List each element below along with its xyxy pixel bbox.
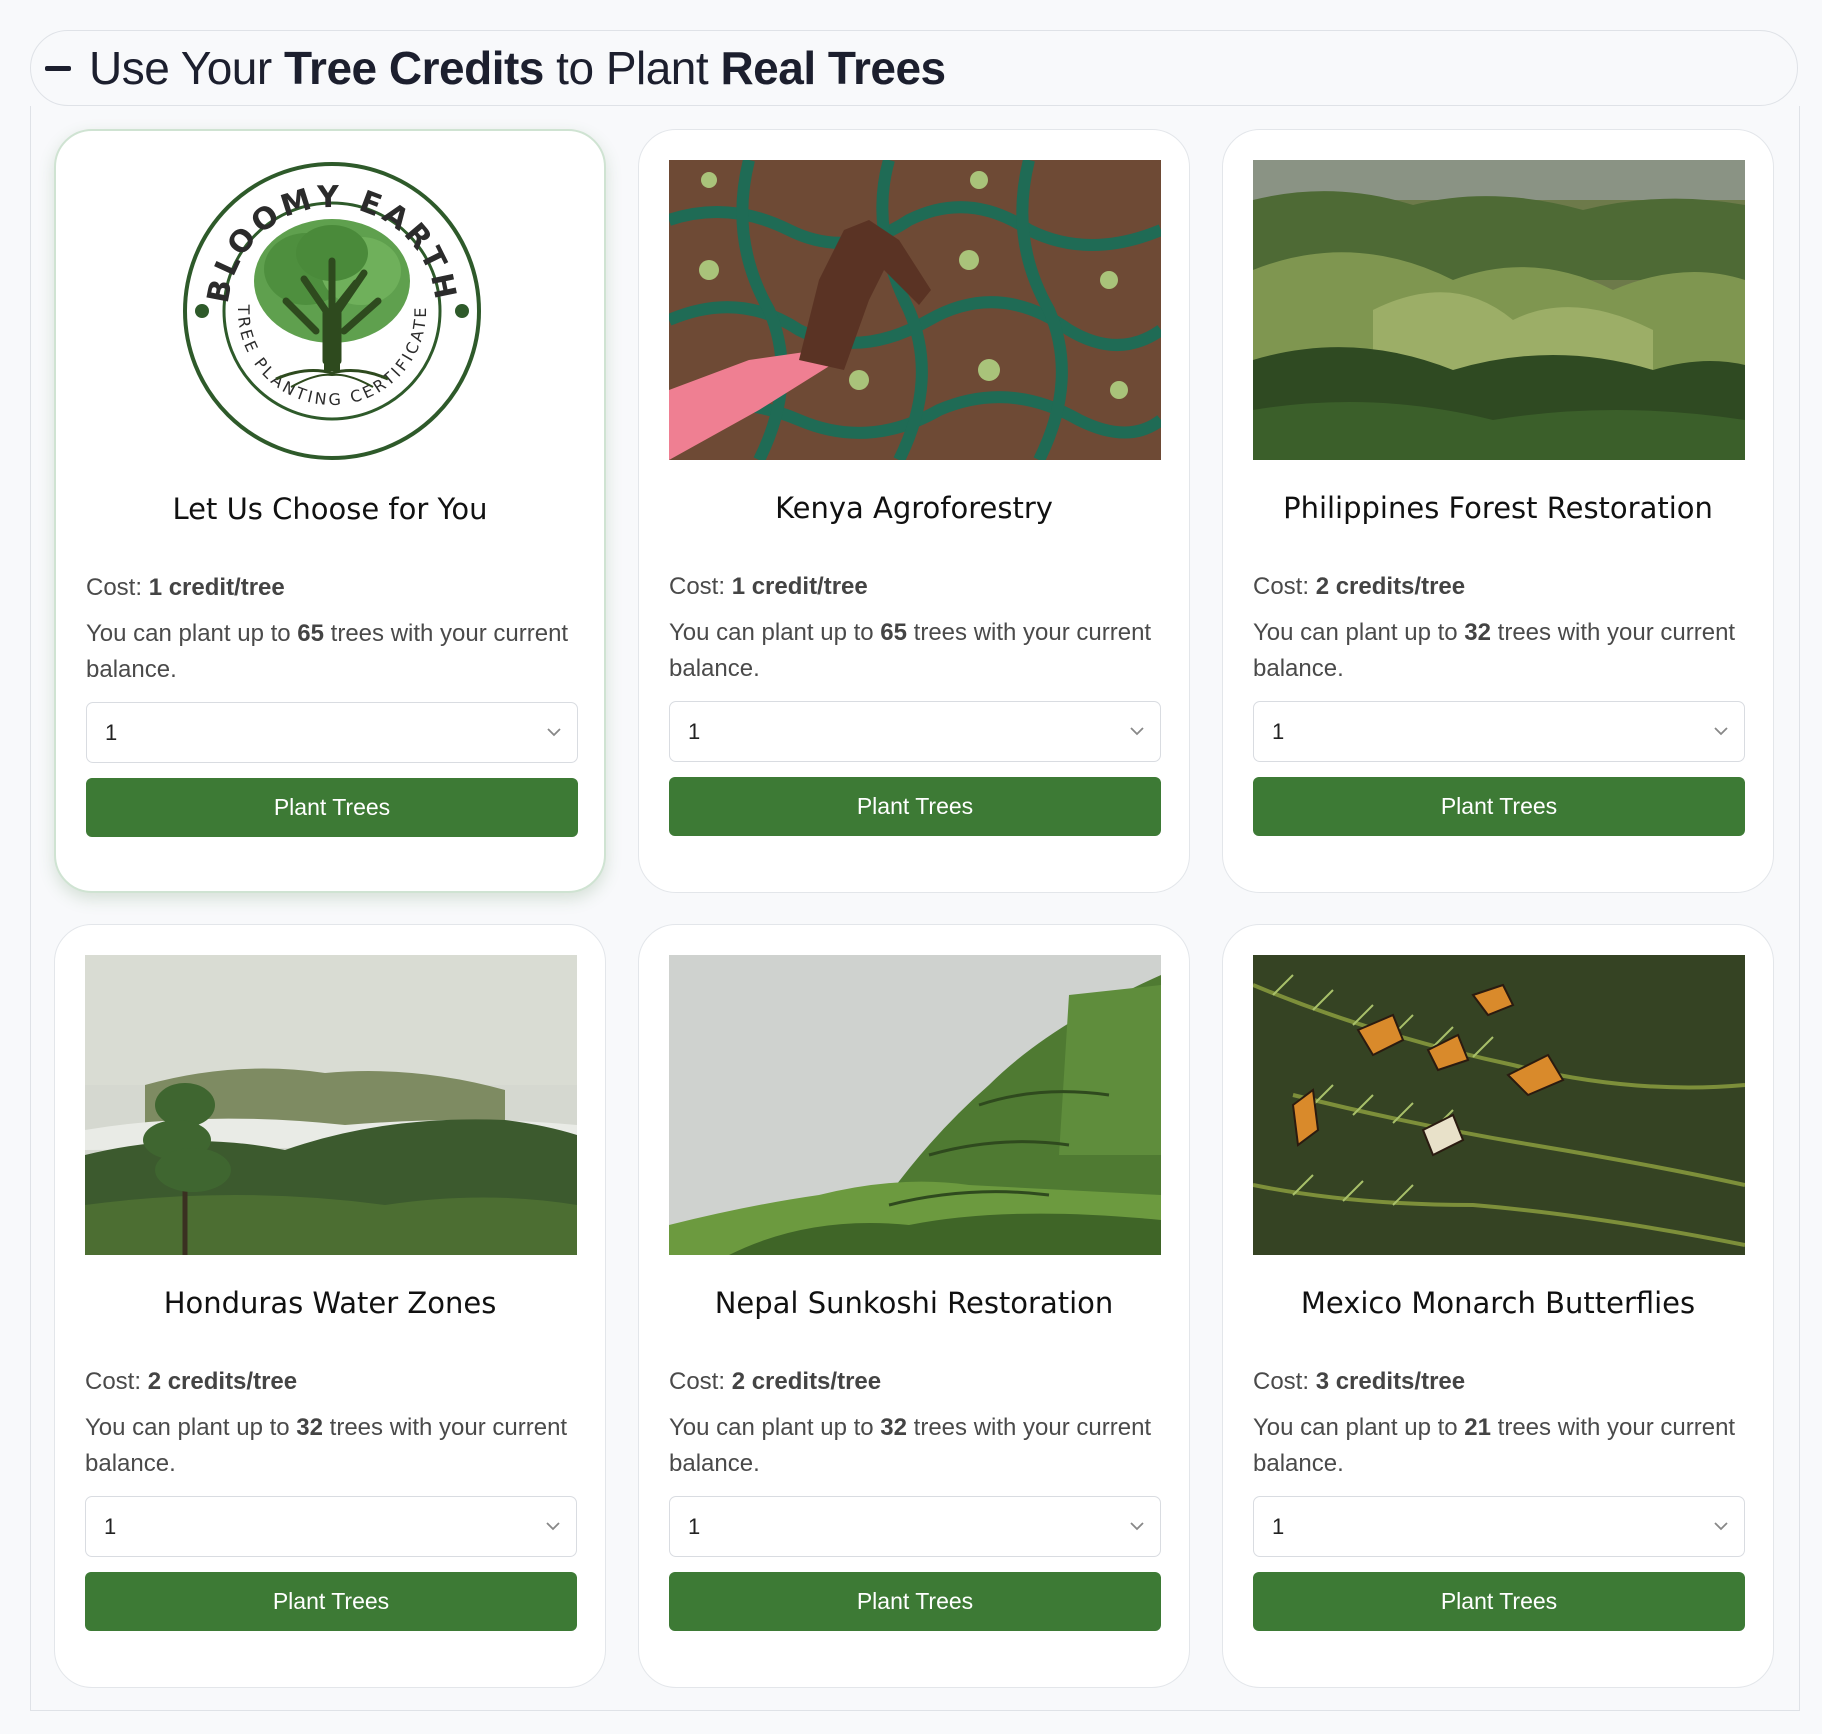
tree-quantity-select[interactable]: 1 bbox=[669, 701, 1161, 762]
project-card-nepal[interactable]: Nepal Sunkoshi Restoration Cost: 2 credi… bbox=[638, 924, 1190, 1688]
section-title: Use Your Tree Credits to Plant Real Tree… bbox=[89, 42, 946, 94]
capacity-text: You can plant up to 65 trees with your c… bbox=[669, 619, 1152, 682]
select-value: 1 bbox=[1272, 718, 1285, 744]
chevron-down-icon bbox=[1130, 1522, 1144, 1531]
philippines-forest-image bbox=[1253, 160, 1745, 460]
bloomy-earth-logo: BLOOMY EARTH TREE PLANTING CERTIFICATE bbox=[86, 161, 578, 461]
plant-trees-button[interactable]: Plant Trees bbox=[1253, 1572, 1745, 1631]
cost-text: Cost: 2 credits/tree bbox=[85, 1368, 298, 1395]
chevron-down-icon bbox=[1130, 727, 1144, 736]
plant-trees-button[interactable]: Plant Trees bbox=[669, 777, 1161, 836]
kenya-seedlings-image bbox=[669, 160, 1161, 460]
tree-quantity-select[interactable]: 1 bbox=[1253, 1496, 1745, 1557]
tree-quantity-select[interactable]: 1 bbox=[669, 1496, 1161, 1557]
capacity-text: You can plant up to 32 trees with your c… bbox=[1253, 619, 1736, 682]
project-grid: BLOOMY EARTH TREE PLANTING CERTIFICATE L… bbox=[54, 129, 1774, 1688]
cost-text: Cost: 1 credit/tree bbox=[86, 574, 285, 601]
select-value: 1 bbox=[688, 718, 701, 744]
project-name: Honduras Water Zones bbox=[163, 1286, 497, 1320]
cost-text: Cost: 1 credit/tree bbox=[669, 573, 868, 600]
project-card-mexico[interactable]: Mexico Monarch Butterflies Cost: 3 credi… bbox=[1222, 924, 1774, 1688]
capacity-text: You can plant up to 32 trees with your c… bbox=[669, 1414, 1152, 1477]
project-name: Nepal Sunkoshi Restoration bbox=[714, 1286, 1114, 1320]
select-value: 1 bbox=[104, 1513, 117, 1539]
project-name: Philippines Forest Restoration bbox=[1283, 491, 1713, 525]
chevron-down-icon bbox=[546, 1522, 560, 1531]
chevron-down-icon bbox=[1714, 1522, 1728, 1531]
capacity-text: You can plant up to 21 trees with your c… bbox=[1253, 1414, 1736, 1477]
select-value: 1 bbox=[1272, 1513, 1285, 1539]
project-card-let-us-choose[interactable]: BLOOMY EARTH TREE PLANTING CERTIFICATE L… bbox=[54, 129, 606, 893]
plant-trees-button[interactable]: Plant Trees bbox=[669, 1572, 1161, 1631]
mexico-butterflies-image bbox=[1253, 955, 1745, 1255]
project-card-honduras[interactable]: Honduras Water Zones Cost: 2 credits/tre… bbox=[54, 924, 606, 1688]
select-value: 1 bbox=[688, 1513, 701, 1539]
nepal-terraces-image bbox=[669, 955, 1161, 1255]
cost-text: Cost: 3 credits/tree bbox=[1253, 1368, 1466, 1395]
plant-trees-button[interactable]: Plant Trees bbox=[86, 778, 578, 837]
project-name: Mexico Monarch Butterflies bbox=[1300, 1286, 1696, 1320]
plant-trees-button[interactable]: Plant Trees bbox=[1253, 777, 1745, 836]
project-card-kenya[interactable]: Kenya Agroforestry Cost: 1 credit/tree Y… bbox=[638, 129, 1190, 893]
chevron-down-icon bbox=[547, 728, 561, 737]
cost-text: Cost: 2 credits/tree bbox=[1253, 573, 1466, 600]
project-name: Kenya Agroforestry bbox=[775, 491, 1053, 525]
project-name: Let Us Choose for You bbox=[172, 492, 488, 526]
project-card-philippines[interactable]: Philippines Forest Restoration Cost: 2 c… bbox=[1222, 129, 1774, 893]
capacity-text: You can plant up to 65 trees with your c… bbox=[86, 620, 569, 683]
tree-quantity-select[interactable]: 1 bbox=[86, 702, 578, 763]
honduras-mountains-image bbox=[85, 955, 577, 1255]
tree-quantity-select[interactable]: 1 bbox=[1253, 701, 1745, 762]
minus-icon[interactable] bbox=[45, 65, 71, 71]
cost-text: Cost: 2 credits/tree bbox=[669, 1368, 882, 1395]
section-header[interactable]: Use Your Tree Credits to Plant Real Tree… bbox=[30, 30, 1798, 106]
chevron-down-icon bbox=[1714, 727, 1728, 736]
select-value: 1 bbox=[105, 719, 118, 745]
tree-quantity-select[interactable]: 1 bbox=[85, 1496, 577, 1557]
plant-trees-button[interactable]: Plant Trees bbox=[85, 1572, 577, 1631]
capacity-text: You can plant up to 32 trees with your c… bbox=[85, 1414, 568, 1477]
